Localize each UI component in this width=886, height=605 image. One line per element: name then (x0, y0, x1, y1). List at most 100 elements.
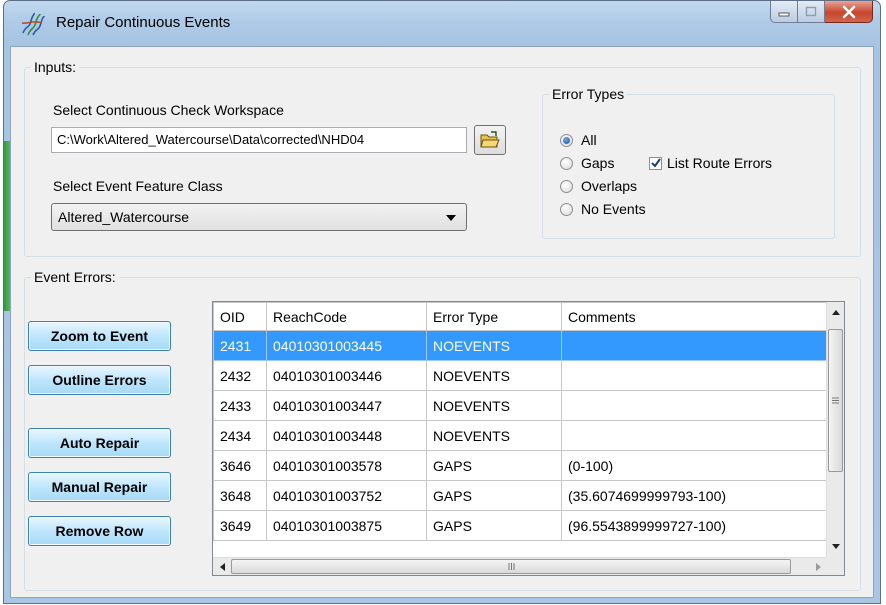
table-row[interactable]: 2432 04010301003446 NOEVENTS (213, 360, 837, 391)
cell-error-type: NOEVENTS (426, 390, 562, 421)
scrollbar-corner (826, 557, 844, 575)
close-icon (842, 5, 855, 18)
table-header-row: OID ReachCode Error Type Comments (213, 302, 837, 331)
grip-icon (832, 397, 839, 404)
scroll-right-button[interactable] (810, 558, 827, 575)
cell-error-type: NOEVENTS (426, 330, 562, 361)
zoom-to-event-button[interactable]: Zoom to Event (28, 321, 171, 351)
cell-comments: (96.5543899999727-100) (561, 510, 837, 541)
radio-button-icon (560, 156, 573, 170)
maximize-icon (805, 6, 817, 16)
error-types-legend: Error Types (552, 86, 625, 102)
scroll-down-button[interactable] (827, 538, 844, 555)
grip-icon (508, 563, 514, 570)
radio-selected-dot (563, 136, 570, 144)
table-row[interactable]: 2434 04010301003448 NOEVENTS (213, 420, 837, 451)
vertical-scrollbar[interactable] (826, 302, 844, 557)
cell-reachcode: 04010301003445 (266, 330, 427, 361)
window-title: Repair Continuous Events (56, 14, 231, 31)
vertical-scroll-thumb[interactable] (828, 329, 843, 472)
cell-comments (561, 420, 837, 451)
cell-reachcode: 04010301003752 (266, 480, 427, 511)
cell-error-type: NOEVENTS (426, 360, 562, 391)
squiggle-app-icon (21, 12, 45, 36)
cell-oid: 2431 (213, 330, 267, 361)
column-header-oid[interactable]: OID (213, 302, 267, 331)
window-controls (770, 1, 873, 23)
auto-repair-button[interactable]: Auto Repair (28, 428, 171, 458)
feature-class-value: Altered_Watercourse (58, 209, 189, 225)
arrow-left-icon (220, 562, 225, 571)
horizontal-scrollbar[interactable] (213, 557, 828, 575)
radio-all-label: All (581, 132, 597, 148)
cell-reachcode: 04010301003446 (266, 360, 427, 391)
event-errors-table[interactable]: OID ReachCode Error Type Comments 2431 0… (212, 301, 845, 576)
cell-oid: 2434 (213, 420, 267, 451)
feature-class-dropdown[interactable]: Altered_Watercourse (51, 203, 467, 231)
chevron-down-icon (446, 215, 456, 221)
manual-repair-button[interactable]: Manual Repair (28, 472, 171, 502)
cell-comments: (35.6074699999793-100) (561, 480, 837, 511)
workspace-path-input[interactable]: C:\Work\Altered_Watercourse\Data\correct… (51, 127, 467, 153)
browse-workspace-button[interactable] (474, 125, 506, 155)
radio-gaps-label: Gaps (581, 155, 615, 171)
table-row[interactable]: 3649 04010301003875 GAPS (96.55438999997… (213, 510, 837, 541)
radio-button-icon (560, 133, 573, 147)
cell-error-type: GAPS (426, 510, 562, 541)
radio-no-events[interactable]: No Events (560, 199, 646, 219)
radio-no-events-label: No Events (581, 201, 646, 217)
open-folder-icon (480, 131, 500, 148)
radio-button-icon (560, 179, 573, 193)
radio-button-icon (560, 202, 573, 216)
feature-class-label: Select Event Feature Class (53, 178, 223, 194)
arrow-up-icon (831, 310, 840, 315)
outline-errors-button[interactable]: Outline Errors (28, 365, 171, 395)
radio-overlaps[interactable]: Overlaps (560, 176, 637, 196)
maximize-button[interactable] (798, 1, 825, 23)
radio-overlaps-label: Overlaps (581, 178, 638, 194)
column-header-comments[interactable]: Comments (561, 302, 837, 331)
cell-error-type: GAPS (426, 480, 562, 511)
column-header-error-type[interactable]: Error Type (426, 302, 562, 331)
title-bar[interactable]: Repair Continuous Events (4, 1, 880, 45)
list-route-errors-checkbox[interactable]: List Route Errors (649, 153, 772, 173)
dialog-client-area: Inputs: Select Continuous Check Workspac… (10, 46, 874, 598)
workspace-label: Select Continuous Check Workspace (53, 102, 284, 118)
radio-gaps[interactable]: Gaps (560, 153, 614, 173)
checkbox-icon (649, 156, 662, 170)
cell-oid: 2432 (213, 360, 267, 391)
arrow-right-icon (816, 562, 821, 571)
cell-oid: 2433 (213, 390, 267, 421)
cell-error-type: GAPS (426, 450, 562, 481)
horizontal-scroll-thumb[interactable] (231, 559, 791, 574)
cell-reachcode: 04010301003875 (266, 510, 427, 541)
checkmark-icon (650, 158, 661, 168)
scroll-up-button[interactable] (827, 304, 844, 321)
close-button[interactable] (825, 1, 873, 23)
inputs-legend: Inputs: (34, 59, 77, 75)
arrow-down-icon (831, 544, 840, 549)
dialog-window: Repair Continuous Events Inputs: Select … (3, 0, 881, 604)
column-header-reachcode[interactable]: ReachCode (266, 302, 427, 331)
table-row[interactable]: 3646 04010301003578 GAPS (0-100) (213, 450, 837, 481)
cell-oid: 3646 (213, 450, 267, 481)
cell-oid: 3648 (213, 480, 267, 511)
table-row[interactable]: 3648 04010301003752 GAPS (35.60746999997… (213, 480, 837, 511)
minimize-icon (778, 12, 790, 16)
cell-reachcode: 04010301003448 (266, 420, 427, 451)
cell-oid: 3649 (213, 510, 267, 541)
table-row[interactable]: 2433 04010301003447 NOEVENTS (213, 390, 837, 421)
table-row[interactable]: 2431 04010301003445 NOEVENTS (213, 330, 837, 361)
cell-comments (561, 360, 837, 391)
minimize-button[interactable] (770, 1, 798, 23)
event-errors-legend: Event Errors: (34, 269, 116, 285)
cell-error-type: NOEVENTS (426, 420, 562, 451)
radio-all[interactable]: All (560, 130, 597, 150)
cell-comments (561, 390, 837, 421)
scroll-left-button[interactable] (214, 558, 231, 575)
cell-reachcode: 04010301003447 (266, 390, 427, 421)
remove-row-button[interactable]: Remove Row (28, 516, 171, 546)
cell-comments (561, 330, 837, 361)
list-route-errors-label: List Route Errors (667, 155, 773, 171)
cell-comments: (0-100) (561, 450, 837, 481)
